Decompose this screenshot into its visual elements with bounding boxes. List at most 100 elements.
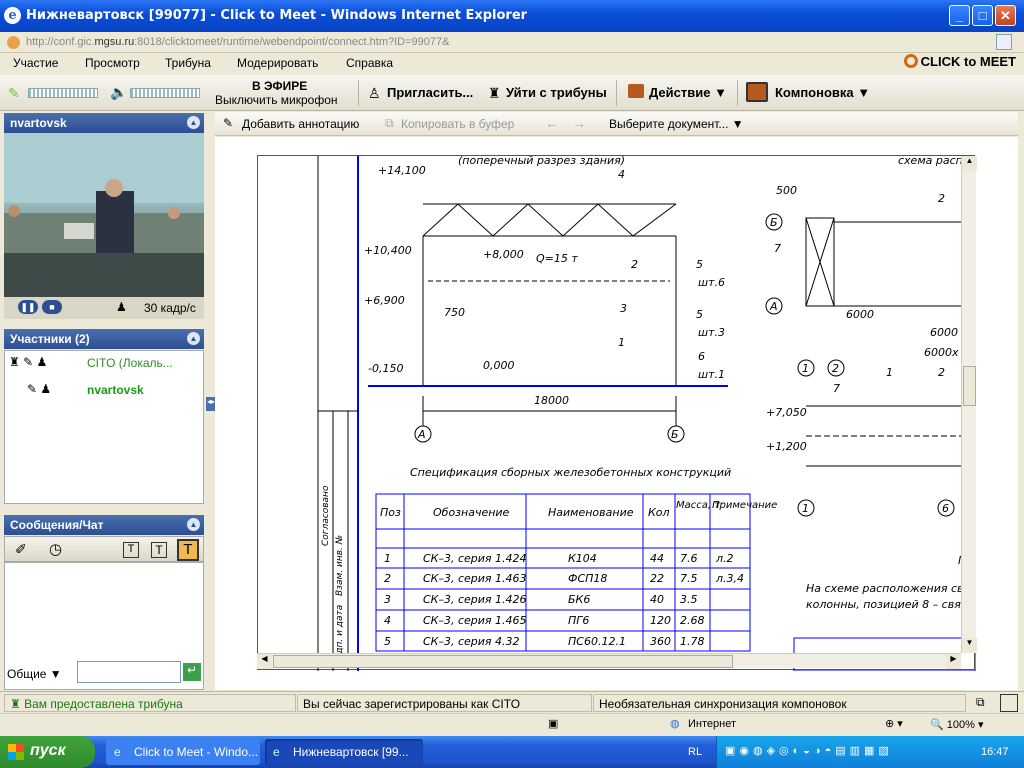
text-small-icon[interactable]: T — [123, 542, 139, 558]
spec-header: Кол — [648, 506, 670, 519]
select-document-dropdown[interactable]: Выберите документ... ▼ — [609, 117, 744, 131]
level-label: +10,400 — [364, 244, 412, 257]
protected-mode-icon[interactable]: ⊕ ▾ — [885, 717, 903, 730]
browser-status-bar: ▣ ◍ Интернет ⊕ ▾ 🔍 100% ▾ — [0, 713, 1024, 734]
scroll-thumb[interactable] — [273, 655, 733, 668]
leave-tribune-button[interactable]: Уйти с трибуны — [506, 85, 607, 100]
scroll-down-icon[interactable]: ▼ — [962, 638, 977, 653]
axis-label: 2 — [832, 362, 839, 375]
collapse-icon[interactable]: ▲ — [187, 116, 200, 129]
spec-cell: 1.78 — [680, 635, 705, 648]
language-indicator[interactable]: RL — [688, 746, 702, 758]
spec-cell: 40 — [650, 593, 664, 606]
callout: 2 — [938, 192, 945, 205]
toolbar-separator — [358, 80, 359, 106]
dim-label: 6000х — [924, 346, 959, 359]
menu-view[interactable]: Просмотр — [85, 56, 140, 70]
eraser-icon[interactable]: ✐ — [15, 541, 27, 558]
spec-cell: 3 — [384, 593, 391, 606]
spec-cell: 5 — [384, 635, 391, 648]
zoom-control[interactable]: 🔍 100% ▾ — [930, 718, 983, 731]
taskbar-item-nizhnevartovsk[interactable]: e Нижневартовск [99... — [265, 739, 423, 765]
maximize-button[interactable]: □ — [972, 5, 993, 26]
menu-moderate[interactable]: Модерировать — [237, 56, 318, 70]
chat-scope-dropdown[interactable]: Общие ▼ — [7, 667, 62, 681]
clock-icon[interactable]: ◷ — [49, 540, 62, 558]
scroll-left-icon[interactable]: ◀ — [257, 654, 272, 669]
stop-button[interactable]: ■ — [42, 300, 62, 314]
page-icon — [7, 36, 20, 49]
dim-label: 0,000 — [483, 359, 515, 372]
axis-label: А — [417, 428, 426, 441]
menu-help[interactable]: Справка — [346, 56, 393, 70]
close-button[interactable]: ✕ — [995, 5, 1016, 26]
collapse-icon[interactable]: ▲ — [187, 332, 200, 345]
menu-tribune[interactable]: Трибуна — [165, 56, 211, 70]
side-label: Взам. инв. № — [335, 535, 345, 596]
callout: 4 — [618, 168, 625, 181]
minimize-button[interactable]: _ — [949, 5, 970, 26]
start-button[interactable]: пуск — [0, 736, 95, 768]
invite-button[interactable]: Пригласить... — [387, 85, 473, 100]
spec-cell: 120 — [650, 614, 671, 627]
callout: 2 — [631, 258, 638, 271]
add-annotation-button[interactable]: Добавить аннотацию — [242, 117, 359, 131]
dim-label: 18000 — [534, 394, 569, 407]
tribune-icon: ♜ — [488, 85, 501, 101]
scroll-thumb[interactable] — [963, 366, 976, 406]
dim-label: 6000 — [846, 308, 874, 321]
vertical-scrollbar[interactable]: ▲ ▼ — [961, 156, 977, 653]
spec-cell: СК–3, серия 4.32 — [423, 635, 520, 648]
spec-cell: СК–3, серия 1.426 — [423, 593, 527, 606]
menu-participation[interactable]: Участие — [13, 56, 58, 70]
callout: шт.1 — [698, 368, 725, 381]
horizontal-scrollbar[interactable]: ◀ ▶ — [257, 653, 961, 669]
tray-icons[interactable]: ▣◉◍◈◎◐◒◑◓▤▥▦▧ — [725, 744, 893, 757]
clock[interactable]: 16:47 — [981, 746, 1009, 758]
chat-panel-header: Сообщения/Чат ▲ — [4, 515, 204, 535]
spec-cell: ПГ6 — [568, 614, 589, 627]
collapse-icon[interactable]: ▲ — [187, 518, 200, 531]
scroll-right-icon[interactable]: ▶ — [946, 654, 961, 669]
scroll-up-icon[interactable]: ▲ — [962, 156, 977, 171]
status-registration: Вы сейчас зарегистрированы как CITO — [297, 694, 592, 712]
text-medium-icon[interactable]: T — [151, 542, 167, 558]
dim-label: +1,200 — [766, 440, 807, 453]
network-icon[interactable]: ⧉ — [976, 695, 985, 710]
participant-name[interactable]: nvartovsk — [87, 383, 144, 397]
speaker-icon[interactable]: 🔈 — [110, 84, 127, 101]
compat-icon[interactable] — [996, 34, 1012, 50]
logo-icon — [903, 54, 918, 68]
send-button[interactable]: ↵ — [183, 663, 201, 681]
spec-cell: ПС60.12.1 — [568, 635, 626, 648]
window-title-bar[interactable]: e Нижневартовск [99077] - Click to Meet … — [0, 0, 1024, 32]
drawing-svg: (поперечный разрез здания) схема распол … — [317, 156, 976, 671]
participant-name[interactable]: CITO (Локаль... — [87, 356, 173, 370]
mic-gain-icon[interactable]: ✎ — [8, 85, 20, 102]
toolbar-separator — [616, 80, 617, 106]
dim-label: +7,050 — [766, 406, 807, 419]
chat-input[interactable] — [77, 661, 181, 683]
spec-cell: СК–3, серия 1.424 — [423, 552, 527, 565]
resize-icon[interactable] — [1000, 694, 1018, 712]
pause-button[interactable]: ❚❚ — [18, 300, 38, 314]
chat-messages: Общие ▼ ↵ — [4, 562, 204, 690]
mic-off-button[interactable]: Выключить микрофон — [215, 93, 338, 107]
copy-to-clipboard-button[interactable]: Копировать в буфер — [401, 117, 514, 131]
participants-panel-header: Участники (2) ▲ — [4, 329, 204, 349]
callout: 7 — [774, 242, 781, 255]
back-arrow-icon[interactable]: ← — [545, 115, 559, 131]
spec-cell: К104 — [568, 552, 597, 565]
taskbar-item-clicktomeet[interactable]: e Click to Meet - Windo... — [106, 739, 260, 765]
spec-cell: 2.68 — [680, 614, 705, 627]
callout: шт.6 — [698, 276, 725, 289]
forward-arrow-icon[interactable]: → — [572, 115, 586, 131]
spec-cell: 44 — [650, 552, 664, 565]
spec-header: Обозначение — [433, 506, 510, 519]
action-dropdown[interactable]: Действие ▼ — [649, 85, 727, 100]
layout-dropdown[interactable]: Компоновка ▼ — [775, 85, 870, 100]
spec-cell: л.2 — [715, 552, 734, 565]
text-large-icon[interactable]: T — [177, 539, 199, 561]
callout: 6 — [698, 350, 705, 363]
address-bar[interactable]: http://conf.gic.mgsu.ru:8018/clicktomeet… — [0, 32, 1024, 53]
